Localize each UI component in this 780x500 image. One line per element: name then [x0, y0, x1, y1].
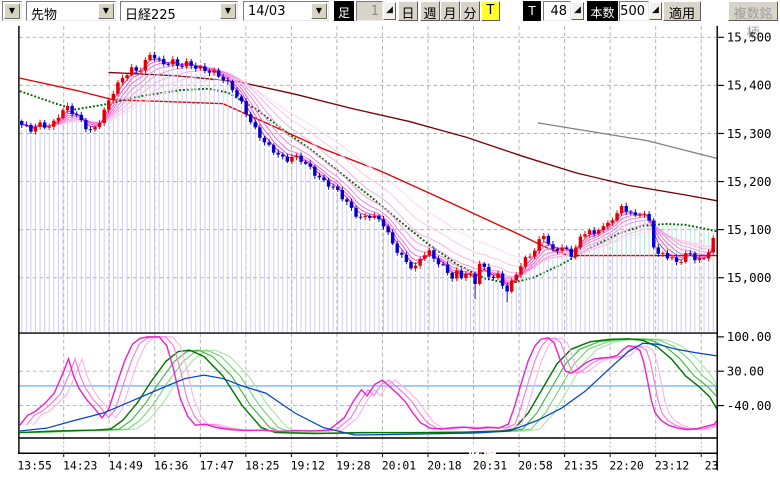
svg-text:17:47: 17:47	[200, 458, 235, 472]
price-and-oscillator-chart[interactable]: 15,500 15,400 15,300 15,200 15,100 15,000 100.…	[0, 23, 780, 500]
symbol-value: 日経225	[125, 4, 176, 23]
instrument-value: 先物	[31, 4, 57, 23]
svg-text:15,000: 15,000	[727, 270, 772, 285]
chevron-down-icon[interactable]: ▼	[220, 3, 236, 19]
tick-count-field[interactable]: 48	[543, 1, 571, 21]
ashi-interval-field[interactable]: 1	[356, 1, 383, 21]
chevron-down-icon[interactable]: ▼	[311, 3, 327, 19]
toolbar: ▼ 先物 ▼ 日経225 ▼ 14/03 ▼ 足 1 ◢ 日 週 月 分 T T…	[0, 0, 780, 23]
svg-text:15,500: 15,500	[727, 30, 772, 45]
svg-text:23: 23	[705, 458, 719, 472]
svg-text:22:20: 22:20	[609, 458, 644, 472]
contract-month-combobox[interactable]: 14/03 ▼	[243, 1, 329, 21]
count-spin-icon[interactable]: ◢	[649, 2, 662, 20]
time-axis-labels: 13:55 14:23 14:49 16:36 17:47 18:25 19:12 19:28…	[17, 453, 718, 472]
ashi-spin-icon[interactable]: ◢	[383, 2, 396, 20]
oscillator-panel	[19, 337, 762, 435]
contract-month-value: 14/03	[248, 4, 285, 19]
svg-text:14:49: 14:49	[108, 458, 143, 472]
svg-text:15,100: 15,100	[727, 222, 772, 237]
trading-chart-app: { "toolbar": { "mini_combo_icon": "▼", "…	[0, 0, 780, 500]
bar-count-field[interactable]: 500	[619, 1, 649, 21]
bar-count-label: 本数	[587, 1, 618, 21]
svg-text:13:55: 13:55	[17, 458, 51, 472]
svg-text:15,300: 15,300	[727, 126, 772, 141]
period-tick-button[interactable]: T	[481, 1, 500, 21]
instrument-combobox[interactable]: 先物 ▼	[26, 1, 116, 21]
period-week-button[interactable]: 週	[420, 1, 440, 21]
chevron-down-icon[interactable]: ▼	[98, 3, 114, 19]
svg-text:19:28: 19:28	[336, 458, 371, 472]
bottom-price-annotation: 底値	[468, 442, 497, 460]
svg-text:15,400: 15,400	[727, 78, 772, 93]
apply-button[interactable]: 適用	[663, 1, 701, 21]
svg-text:19:12: 19:12	[291, 458, 325, 472]
period-minute-button[interactable]: 分	[460, 1, 480, 21]
svg-text:100.00: 100.00	[727, 329, 772, 344]
price-axis-labels: 15,500 15,400 15,300 15,200 15,100 15,000	[717, 30, 771, 285]
ma-pink-fan	[22, 59, 713, 286]
oscillator-axis-labels: 100.00 30.00 -40.00	[717, 329, 771, 413]
svg-text:18:25: 18:25	[245, 458, 279, 472]
svg-text:20:31: 20:31	[473, 458, 508, 472]
svg-text:21:35: 21:35	[564, 458, 598, 472]
tick-spin-icon[interactable]: ◢	[571, 2, 584, 20]
svg-text:20:58: 20:58	[518, 458, 553, 472]
period-month-button[interactable]: 月	[440, 1, 460, 21]
svg-text:16:36: 16:36	[154, 458, 189, 472]
mini-combobox[interactable]: ▼	[2, 1, 22, 21]
svg-text:14:23: 14:23	[63, 458, 98, 472]
chevron-down-icon[interactable]: ▼	[4, 3, 20, 19]
period-day-button[interactable]: 日	[398, 1, 418, 21]
ashi-label: 足	[334, 1, 354, 21]
multi-symbol-button[interactable]: 複数銘柄	[728, 1, 778, 21]
svg-text:15,200: 15,200	[727, 174, 772, 189]
svg-text:20:18: 20:18	[427, 458, 462, 472]
svg-text:23:12: 23:12	[655, 458, 689, 472]
tick-label: T	[523, 1, 541, 21]
svg-text:-40.00: -40.00	[727, 398, 772, 413]
svg-text:30.00: 30.00	[727, 364, 764, 379]
svg-text:20:01: 20:01	[382, 458, 417, 472]
symbol-combobox[interactable]: 日経225 ▼	[120, 1, 238, 21]
